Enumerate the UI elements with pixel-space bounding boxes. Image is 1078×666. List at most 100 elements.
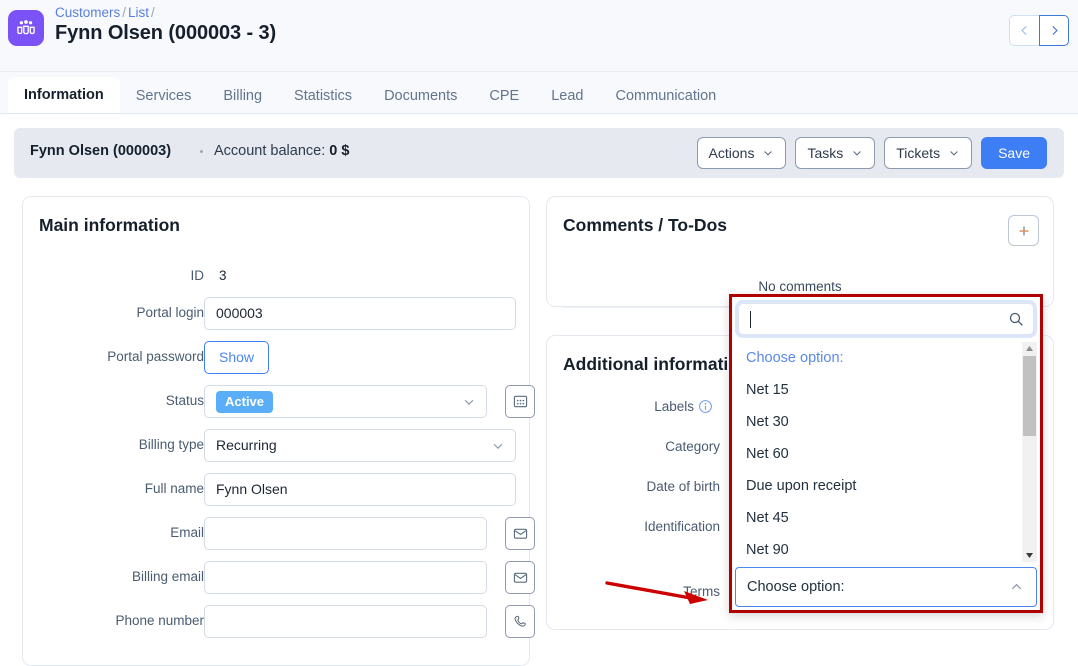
identification-label: Identification: [644, 519, 720, 534]
chevron-left-icon: [1021, 26, 1027, 35]
field-row-full-name: Full name Fynn Olsen: [23, 470, 529, 508]
search-icon: [1009, 312, 1023, 326]
terms-dropdown-overlay: Choose option: Net 15 Net 30 Net 60 Due …: [729, 294, 1043, 613]
add-comment-button[interactable]: [1008, 215, 1039, 246]
actions-button-label: Actions: [708, 145, 755, 161]
record-navigation: [1009, 15, 1069, 46]
status-badge: Active: [216, 390, 274, 413]
chevron-down-icon: [464, 399, 474, 405]
terms-option-net-30[interactable]: Net 30: [735, 406, 1037, 438]
tab-information[interactable]: Information: [8, 77, 120, 113]
app-logo: [8, 10, 44, 46]
email-input[interactable]: [204, 517, 487, 550]
phone-number-label: Phone number: [115, 613, 204, 628]
email-label: Email: [170, 525, 204, 540]
terms-select-value: Choose option:: [747, 579, 845, 595]
portal-password-label: Portal password: [107, 349, 204, 364]
tab-lead[interactable]: Lead: [535, 79, 599, 113]
prev-record-button[interactable]: [1009, 15, 1039, 46]
terms-select-control[interactable]: Choose option:: [735, 567, 1037, 607]
field-row-email: Email: [23, 514, 535, 552]
field-row-billing-type: Billing type Recurring: [23, 426, 529, 464]
record-toolbar: Fynn Olsen (000003) Account balance: 0 $…: [14, 128, 1064, 178]
chevron-down-icon: [493, 443, 503, 449]
scrollbar-thumb[interactable]: [1023, 356, 1036, 436]
full-name-input[interactable]: Fynn Olsen: [204, 473, 516, 506]
terms-option-net-15[interactable]: Net 15: [735, 374, 1037, 406]
tab-billing[interactable]: Billing: [207, 79, 278, 113]
save-button[interactable]: Save: [981, 137, 1047, 169]
chevron-right-icon: [1051, 26, 1058, 35]
page-header: Customers / List / Fynn Olsen (000003 - 3): [0, 0, 1078, 72]
terms-option-net-60[interactable]: Net 60: [735, 438, 1037, 470]
account-balance-label: Account balance:: [214, 143, 326, 159]
show-password-button[interactable]: Show: [204, 341, 270, 374]
terms-option-list[interactable]: Choose option: Net 15 Net 30 Net 60 Due …: [735, 342, 1037, 562]
terms-option-net-90[interactable]: Net 90: [735, 534, 1037, 562]
phone-number-input[interactable]: [204, 605, 487, 638]
billing-email-action-button[interactable]: [505, 561, 535, 594]
billing-type-select[interactable]: Recurring: [204, 429, 516, 462]
category-label: Category: [665, 439, 720, 454]
billing-email-label: Billing email: [131, 569, 204, 584]
phone-icon: [514, 615, 526, 627]
tab-documents[interactable]: Documents: [368, 79, 473, 113]
main-information-title: Main information: [39, 215, 180, 235]
triangle-down-icon: [1026, 553, 1033, 558]
tasks-button-label: Tasks: [807, 145, 844, 161]
comments-todos-title: Comments / To-Dos: [563, 215, 727, 235]
status-label: Status: [165, 393, 204, 408]
billing-type-label: Billing type: [138, 437, 204, 452]
status-picker-button[interactable]: [505, 385, 535, 418]
tasks-button[interactable]: Tasks: [795, 137, 876, 169]
terms-list-scrollbar[interactable]: [1022, 342, 1037, 562]
chevron-down-icon: [853, 151, 861, 156]
grid-picker-icon: [513, 395, 527, 408]
field-row-phone-number: Phone number: [23, 602, 535, 640]
email-action-button[interactable]: [505, 517, 535, 550]
chevron-down-icon: [764, 151, 773, 156]
breadcrumb-sep-1: /: [122, 5, 127, 20]
comments-todos-card: Comments / To-Dos No comments: [546, 196, 1054, 308]
status-select[interactable]: Active: [204, 385, 487, 418]
field-row-status: Status Active: [23, 382, 535, 420]
scroll-up-button[interactable]: [1022, 342, 1037, 355]
field-row-portal-login: Portal login 000003: [23, 294, 529, 332]
id-label: ID: [190, 268, 205, 283]
red-arrow-annotation: [605, 581, 708, 604]
breadcrumb-customers[interactable]: Customers: [55, 5, 120, 20]
no-comments-text: No comments: [758, 279, 842, 294]
people-group-icon: [17, 20, 35, 35]
actions-button[interactable]: Actions: [696, 137, 787, 169]
field-row-portal-password: Portal password Show: [23, 338, 529, 376]
account-balance: Account balance: 0 $: [214, 143, 349, 159]
triangle-up-icon: [1026, 346, 1033, 351]
envelope-icon: [513, 572, 527, 583]
billing-email-input[interactable]: [204, 561, 487, 594]
terms-option-placeholder[interactable]: Choose option:: [735, 342, 1037, 374]
scroll-down-button[interactable]: [1022, 549, 1037, 562]
terms-option-due-upon-receipt[interactable]: Due upon receipt: [735, 470, 1037, 502]
envelope-icon: [513, 528, 527, 539]
terms-option-net-45[interactable]: Net 45: [735, 502, 1037, 534]
terms-search-input[interactable]: [738, 303, 1034, 335]
toolbar-buttons: Actions Tasks Tickets Save: [696, 137, 1047, 169]
tab-cpe[interactable]: CPE: [473, 79, 535, 113]
tab-communication[interactable]: Communication: [600, 79, 733, 113]
field-row-id: ID 3: [23, 257, 529, 295]
breadcrumb-sep-2: /: [151, 5, 155, 20]
tickets-button[interactable]: Tickets: [884, 137, 973, 169]
info-icon[interactable]: [698, 399, 713, 414]
full-name-label: Full name: [144, 481, 204, 496]
next-record-button[interactable]: [1039, 15, 1069, 46]
tab-statistics[interactable]: Statistics: [278, 79, 368, 113]
phone-call-button[interactable]: [505, 605, 535, 638]
tab-bar: Information Services Billing Statistics …: [0, 72, 1078, 114]
tab-services[interactable]: Services: [120, 79, 208, 113]
terms-dropdown-search-wrap: [735, 300, 1037, 338]
page-title: Fynn Olsen (000003 - 3): [55, 22, 277, 44]
text-caret: [750, 311, 751, 328]
portal-login-input[interactable]: 000003: [204, 297, 516, 330]
breadcrumb-list[interactable]: List: [128, 5, 149, 20]
field-row-billing-email: Billing email: [23, 558, 535, 596]
